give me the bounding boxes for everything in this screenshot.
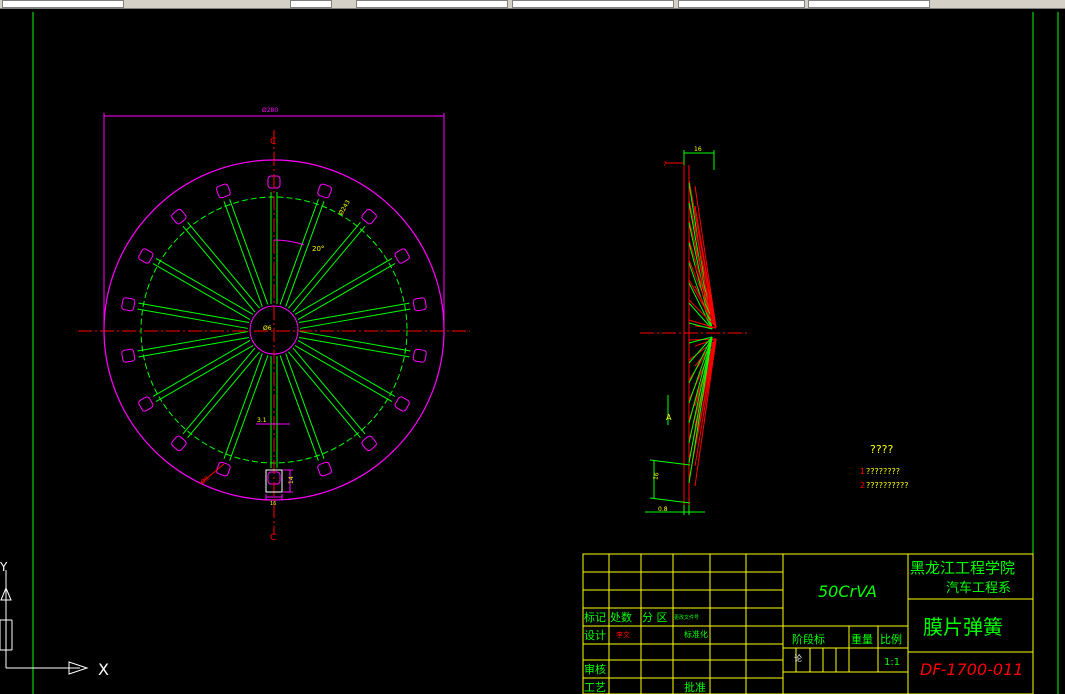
slot-line	[285, 353, 325, 459]
tb-row-mark: 标记	[584, 610, 606, 624]
edge-hole	[171, 208, 187, 225]
toolbar-icons[interactable]	[290, 0, 332, 8]
linetype-dropdown[interactable]	[356, 0, 508, 8]
edge-hole	[412, 348, 427, 363]
slot-line	[298, 302, 410, 324]
slot-len-dim-text: 14	[288, 476, 295, 484]
slot-line	[187, 351, 260, 438]
slot-line	[300, 308, 411, 329]
ucs-y-label: Y	[0, 560, 8, 574]
toolbar	[0, 0, 1065, 9]
ucs-icon	[0, 570, 89, 675]
note-2-text: ??????????	[866, 481, 908, 490]
slot-width-dim-text: 3.1	[257, 417, 267, 424]
tb-stage-mark: 论	[794, 653, 802, 663]
tb-department: 汽车工程系	[946, 580, 1011, 596]
edge-hole	[121, 348, 136, 363]
edge-hole	[394, 248, 410, 264]
slot-line	[285, 201, 325, 307]
tb-process: 工艺	[584, 681, 606, 694]
slot-line	[298, 336, 410, 358]
edge-hole	[138, 248, 154, 264]
inner-dim-text: Ø6	[263, 325, 272, 332]
drawing-canvas[interactable]: Ø280 C C 20° Ø243 3.1 Ø6 Ø8 14 16 16 7 A…	[0, 9, 1065, 694]
edge-hole	[216, 183, 231, 199]
slot-line	[223, 201, 263, 307]
slot-line	[138, 302, 250, 324]
edge-hole	[138, 396, 154, 412]
slot-line	[223, 353, 263, 459]
slot-line	[137, 331, 248, 352]
technical-notes: ???? 1 ???????? 2 ??????????	[860, 443, 908, 490]
edge-hole	[412, 297, 427, 312]
front-view: Ø280 C C 20° Ø243 3.1 Ø6 Ø8 14 16	[78, 107, 470, 543]
plotstyle-dropdown[interactable]	[678, 0, 805, 8]
edge-hole	[121, 297, 136, 312]
edge-hole	[361, 435, 377, 452]
angle-dim-text: 20°	[312, 245, 324, 253]
slot-line	[152, 263, 251, 321]
notes-title: ????	[870, 443, 894, 456]
note-2-num: 2	[860, 481, 865, 490]
side-bottom-dim-text: 0.8	[658, 506, 668, 513]
drawing-frame	[32, 12, 1059, 694]
slot-line	[155, 345, 254, 403]
slot-line	[297, 263, 396, 321]
tb-scale-label: 比例	[880, 632, 902, 646]
slot-line	[152, 339, 251, 397]
tb-scale: 1:1	[884, 657, 900, 668]
tb-school: 黑龙江工程学院	[910, 559, 1015, 577]
tb-row-count: 处数	[610, 611, 632, 624]
slot-line	[288, 222, 361, 309]
tb-row-zone: 分 区	[642, 611, 668, 624]
note-1-num: 1	[860, 467, 865, 476]
slot-line	[155, 257, 254, 315]
slot-line	[294, 257, 393, 315]
tb-review: 审核	[584, 662, 606, 676]
tb-stage: 阶段标	[792, 632, 825, 646]
width-dim-text: Ø280	[262, 107, 278, 114]
side-top-dim-text: 16	[694, 146, 702, 153]
note-1-text: ????????	[866, 467, 900, 476]
edge-hole	[394, 396, 410, 412]
edge-hole	[361, 208, 377, 225]
tb-material: 50CrVA	[818, 582, 877, 601]
slot-bottom-dim-text: 16	[270, 501, 276, 507]
edge-hole	[317, 461, 332, 477]
tb-standard: 标准化	[684, 629, 708, 639]
centerline-label-top: C	[270, 137, 276, 147]
lineweight-dropdown[interactable]	[512, 0, 674, 8]
tb-design: 设计	[584, 629, 606, 642]
tb-designer: 李文	[616, 630, 630, 639]
slot-line	[294, 345, 393, 403]
side-dim-text: 16	[652, 472, 660, 481]
layer-dropdown[interactable]	[2, 0, 124, 8]
slot-line	[187, 222, 260, 309]
tb-weight: 重量	[851, 632, 873, 646]
edge-hole	[317, 183, 332, 199]
center-lines	[78, 130, 470, 535]
tb-part-name: 膜片弹簧	[923, 615, 1003, 639]
slot-line	[297, 339, 396, 397]
outer-dim-text: Ø243	[338, 199, 352, 217]
slot-line	[300, 331, 411, 352]
edge-hole	[171, 435, 187, 452]
angle-arc	[273, 239, 305, 246]
side-finger	[688, 339, 717, 487]
color-dropdown[interactable]	[808, 0, 930, 8]
centerline-label-bottom: C	[270, 533, 276, 543]
title-block: 标记 处数 分 区 更改文件号 设计 李文 标准化 审核 工艺 批准 50CrV…	[582, 553, 1034, 694]
side-mid-dim-text: A	[666, 413, 672, 422]
side-bottom-dims	[645, 459, 705, 515]
slot-line	[137, 308, 248, 329]
ucs-x-label: X	[98, 660, 109, 679]
side-left-marker: 7	[663, 161, 667, 168]
slot-line	[288, 351, 361, 438]
tb-drawing-no: DF-1700-011	[920, 660, 1023, 679]
side-view: 16 7 A 16 0.8	[640, 146, 748, 515]
tb-approve: 批准	[684, 680, 706, 694]
tb-row-doc: 更改文件号	[674, 614, 699, 621]
slot-line	[138, 336, 250, 358]
